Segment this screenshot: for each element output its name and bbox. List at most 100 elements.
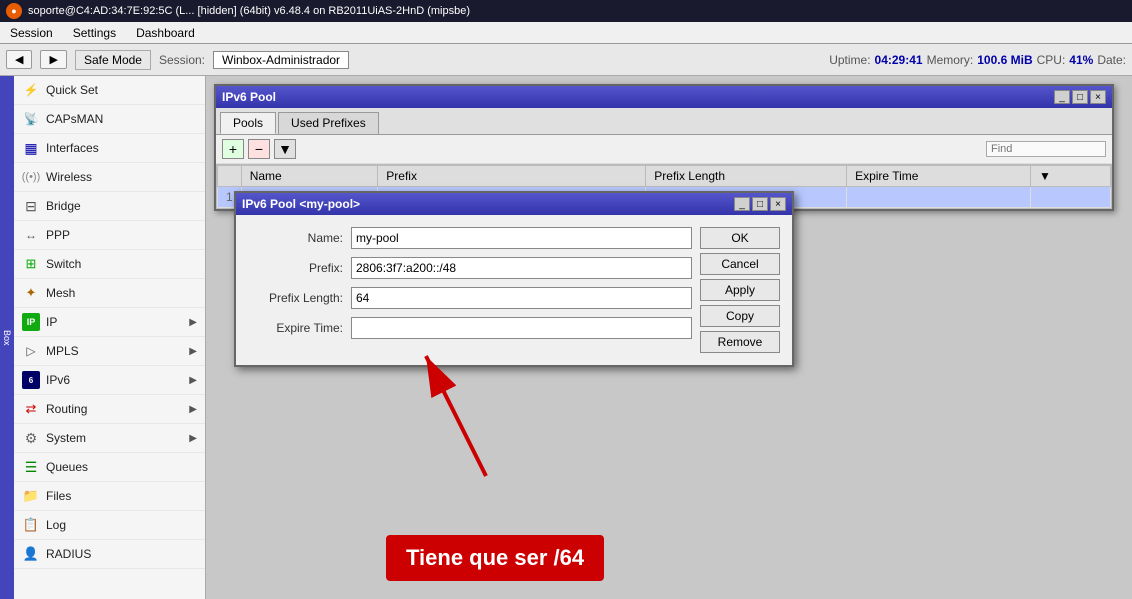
name-input[interactable] (351, 227, 692, 249)
interfaces-icon: ▦ (22, 139, 40, 157)
routing-icon: ⇄ (22, 400, 40, 418)
title-bar: ● soporte@C4:AD:34:7E:92:5C (L... [hidde… (0, 0, 1132, 22)
sidebar-label-queues: Queues (46, 460, 197, 474)
annotation-box: Tiene que ser /64 (386, 535, 604, 581)
sidebar-item-bridge[interactable]: ⊟ Bridge (14, 192, 205, 221)
sidebar-item-ipv6[interactable]: 6 IPv6 ▶ (14, 366, 205, 395)
toolbar: ◀ ▶ Safe Mode Session: Winbox-Administra… (0, 44, 1132, 76)
switch-icon: ⊞ (22, 255, 40, 273)
filter-button[interactable]: ▼ (274, 139, 296, 159)
prefix-length-row: Prefix Length: (248, 287, 692, 309)
forward-button[interactable]: ▶ (40, 50, 66, 69)
capsman-icon: 📡 (22, 110, 40, 128)
prefix-input[interactable] (351, 257, 692, 279)
ipv6-pool-close-button[interactable]: × (1090, 90, 1106, 104)
sidebar-item-system[interactable]: ⚙ System ▶ (14, 424, 205, 453)
sidebar-item-files[interactable]: 📁 Files (14, 482, 205, 511)
sidebar-label-capsman: CAPsMAN (46, 112, 197, 126)
ipv6-arrow-icon: ▶ (189, 375, 197, 386)
mpls-icon: ▷ (22, 342, 40, 360)
ok-button[interactable]: OK (700, 227, 780, 249)
app-icon: ● (6, 3, 22, 19)
dialog-maximize-button[interactable]: □ (752, 197, 768, 211)
prefix-row: Prefix: (248, 257, 692, 279)
pool-toolbar: + − ▼ (216, 135, 1112, 164)
cell-expire-time (847, 187, 1031, 208)
sidebar-label-system: System (46, 431, 183, 445)
main-layout: Box ⚡ Quick Set 📡 CAPsMAN ▦ Interfaces (… (0, 76, 1132, 599)
sidebar-label-log: Log (46, 518, 197, 532)
sidebar-item-radius[interactable]: 👤 RADIUS (14, 540, 205, 569)
routing-arrow-icon: ▶ (189, 404, 197, 415)
copy-button[interactable]: Copy (700, 305, 780, 327)
mpls-arrow-icon: ▶ (189, 346, 197, 357)
add-pool-button[interactable]: + (222, 139, 244, 159)
ipv6-pool-minimize-button[interactable]: _ (1054, 90, 1070, 104)
sidebar-label-routing: Routing (46, 402, 183, 416)
dialog-window-controls: _ □ × (734, 197, 786, 211)
ipv6-pool-dialog: IPv6 Pool <my-pool> _ □ × Name: Prefix: (234, 191, 794, 367)
ip-arrow-icon: ▶ (189, 317, 197, 328)
sidebar-label-files: Files (46, 489, 197, 503)
col-expire-time: Expire Time (847, 166, 1031, 187)
menu-settings[interactable]: Settings (67, 25, 122, 41)
find-input[interactable] (986, 141, 1106, 157)
sidebar-item-capsman[interactable]: 📡 CAPsMAN (14, 105, 205, 134)
date-label: Date: (1097, 53, 1126, 67)
sidebar-item-ip[interactable]: IP IP ▶ (14, 308, 205, 337)
cpu-value: 41% (1069, 53, 1093, 67)
col-dropdown[interactable]: ▼ (1031, 166, 1111, 187)
sidebar-item-switch[interactable]: ⊞ Switch (14, 250, 205, 279)
dialog-buttons: OK Cancel Apply Copy Remove (700, 227, 780, 353)
remove-button[interactable]: Remove (700, 331, 780, 353)
ipv6-icon: 6 (22, 371, 40, 389)
col-num (218, 166, 242, 187)
menu-session[interactable]: Session (4, 25, 59, 41)
sidebar-item-quick-set[interactable]: ⚡ Quick Set (14, 76, 205, 105)
dialog-minimize-button[interactable]: _ (734, 197, 750, 211)
expire-time-input[interactable] (351, 317, 692, 339)
title-bar-text: soporte@C4:AD:34:7E:92:5C (L... [hidden]… (28, 5, 1126, 17)
ipv6-pool-maximize-button[interactable]: □ (1072, 90, 1088, 104)
sidebar-label-ipv6: IPv6 (46, 373, 183, 387)
ppp-icon: ↔ (22, 226, 40, 244)
dialog-title: IPv6 Pool <my-pool> (242, 197, 360, 211)
sidebar-label-radius: RADIUS (46, 547, 197, 561)
name-label: Name: (248, 231, 343, 245)
prefix-length-input[interactable] (351, 287, 692, 309)
sidebar-item-queues[interactable]: ☰ Queues (14, 453, 205, 482)
remove-pool-button[interactable]: − (248, 139, 270, 159)
ip-icon: IP (22, 313, 40, 331)
annotation-container: Tiene que ser /64 (386, 535, 604, 581)
sidebar-item-ppp[interactable]: ↔ PPP (14, 221, 205, 250)
sidebar-item-mpls[interactable]: ▷ MPLS ▶ (14, 337, 205, 366)
tab-pools[interactable]: Pools (220, 112, 276, 134)
uptime-label: Uptime: (829, 53, 870, 67)
menu-bar: Session Settings Dashboard (0, 22, 1132, 44)
winbox-label: Box (0, 76, 14, 599)
expire-time-row: Expire Time: (248, 317, 692, 339)
apply-button[interactable]: Apply (700, 279, 780, 301)
sidebar-item-wireless[interactable]: ((•)) Wireless (14, 163, 205, 192)
col-name: Name (241, 166, 378, 187)
sidebar-label-ip: IP (46, 315, 183, 329)
sidebar-label-mpls: MPLS (46, 344, 183, 358)
sidebar-label-mesh: Mesh (46, 286, 197, 300)
radius-icon: 👤 (22, 545, 40, 563)
safe-mode-label: Safe Mode (75, 50, 151, 70)
col-dropdown-icon: ▼ (1039, 169, 1051, 183)
back-button[interactable]: ◀ (6, 50, 32, 69)
uptime-section: Uptime: 04:29:41 Memory: 100.6 MiB CPU: … (829, 53, 1126, 67)
sidebar-item-interfaces[interactable]: ▦ Interfaces (14, 134, 205, 163)
quick-set-icon: ⚡ (22, 81, 40, 99)
tab-used-prefixes[interactable]: Used Prefixes (278, 112, 379, 134)
sidebar-item-log[interactable]: 📋 Log (14, 511, 205, 540)
dialog-close-button[interactable]: × (770, 197, 786, 211)
queues-icon: ☰ (22, 458, 40, 476)
menu-dashboard[interactable]: Dashboard (130, 25, 201, 41)
sidebar-item-mesh[interactable]: ✦ Mesh (14, 279, 205, 308)
cancel-button[interactable]: Cancel (700, 253, 780, 275)
ipv6-pool-tabs: Pools Used Prefixes (216, 108, 1112, 135)
sidebar-item-routing[interactable]: ⇄ Routing ▶ (14, 395, 205, 424)
bridge-icon: ⊟ (22, 197, 40, 215)
